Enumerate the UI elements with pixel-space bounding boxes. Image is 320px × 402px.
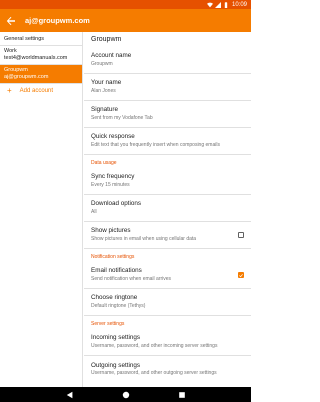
account-list-pane: General settings Work test4@worldmanuals… <box>0 32 83 387</box>
nav-home-icon[interactable] <box>122 391 130 399</box>
add-account-button[interactable]: + Add account <box>0 84 82 98</box>
ringtone-setting[interactable]: Choose ringtone Default ringtone (Tethys… <box>84 289 251 316</box>
app-bar: aj@groupwm.com <box>0 9 251 32</box>
account-name: Work <box>4 48 17 55</box>
setting-title: Quick response <box>91 133 135 141</box>
setting-value: Default ringtone (Tethys) <box>91 302 146 309</box>
back-arrow-icon <box>6 16 15 25</box>
data-usage-section-header: Data usage <box>91 160 117 166</box>
setting-value: Username, password, and other outgoing s… <box>91 370 217 377</box>
setting-value: Show pictures in email when using cellul… <box>91 235 197 242</box>
show-pictures-setting[interactable]: Show pictures Show pictures in email whe… <box>84 222 251 249</box>
outgoing-settings-item[interactable]: Outgoing settings Username, password, an… <box>84 356 251 383</box>
nav-back-icon[interactable] <box>66 391 74 399</box>
account-item-work[interactable]: Work test4@worldmanuals.com <box>0 46 82 65</box>
back-button[interactable] <box>0 9 22 32</box>
setting-value: Groupwm <box>91 60 113 67</box>
account-settings-pane: Groupwm Account name Groupwm Your name A… <box>84 32 251 387</box>
email-notifications-checkbox[interactable] <box>238 272 244 278</box>
setting-title: Choose ringtone <box>91 294 138 302</box>
server-section-header: Server settings <box>91 321 125 327</box>
setting-title: Signature <box>91 106 118 114</box>
signal-icon <box>214 1 221 8</box>
status-time: 10:09 <box>231 1 247 8</box>
setting-title: Show pictures <box>91 227 131 235</box>
sync-frequency-setting[interactable]: Sync frequency Every 15 minutes <box>84 168 251 195</box>
status-bar: 10:09 <box>0 0 251 9</box>
status-icons <box>206 1 229 8</box>
setting-title: Download options <box>91 200 142 208</box>
general-settings-item[interactable]: General settings <box>0 32 82 46</box>
battery-icon <box>224 1 228 8</box>
plus-icon: + <box>7 86 12 95</box>
setting-title: Account name <box>91 52 132 60</box>
setting-value: Username, password, and other incoming s… <box>91 342 218 349</box>
app-bar-title: aj@groupwm.com <box>25 16 90 25</box>
setting-value: Alan Jones <box>91 87 116 94</box>
setting-title: Sync frequency <box>91 173 135 181</box>
account-name: Groupwm <box>4 67 28 74</box>
setting-title: Outgoing settings <box>91 361 141 369</box>
notification-section-header: Notification settings <box>91 254 135 260</box>
setting-value: All <box>91 208 97 215</box>
download-options-setting[interactable]: Download options All <box>84 195 251 222</box>
signature-setting[interactable]: Signature Sent from my Vodafone Tab <box>84 101 251 128</box>
setting-title: Incoming settings <box>91 334 141 342</box>
incoming-settings-item[interactable]: Incoming settings Username, password, an… <box>84 329 251 356</box>
nav-recents-icon[interactable] <box>178 391 186 399</box>
account-email: test4@worldmanuals.com <box>4 55 68 61</box>
account-item-groupwm[interactable]: Groupwm aj@groupwm.com <box>0 65 82 84</box>
show-pictures-checkbox[interactable] <box>238 232 244 238</box>
setting-value: Every 15 minutes <box>91 181 130 188</box>
general-settings-label: General settings <box>4 35 45 42</box>
your-name-setting[interactable]: Your name Alan Jones <box>84 74 251 101</box>
setting-value: Send notification when email arrives <box>91 275 172 282</box>
email-notifications-setting[interactable]: Email notifications Send notification wh… <box>84 262 251 289</box>
setting-title: Email notifications <box>91 267 142 275</box>
setting-title: Your name <box>91 79 122 87</box>
setting-value: Sent from my Vodafone Tab <box>91 114 153 121</box>
account-email: aj@groupwm.com <box>4 74 49 80</box>
add-account-label: Add account <box>19 88 54 94</box>
pane-title: Groupwm <box>91 36 122 43</box>
setting-value: Edit text that you frequently insert whe… <box>91 141 220 148</box>
account-name-setting[interactable]: Account name Groupwm <box>84 47 251 74</box>
wifi-icon <box>206 2 213 7</box>
navigation-bar <box>0 387 251 402</box>
check-icon <box>239 273 243 277</box>
quick-response-setting[interactable]: Quick response Edit text that you freque… <box>84 128 251 155</box>
